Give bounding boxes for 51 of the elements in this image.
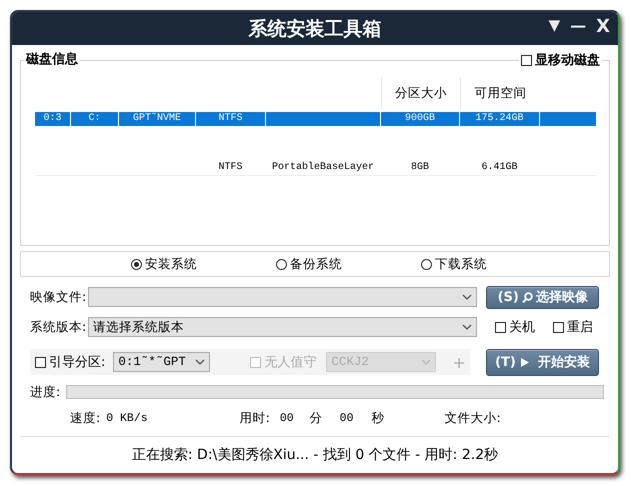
checkbox-label: 重启	[567, 319, 594, 336]
select-image-button[interactable]: (S) 选择映像	[486, 286, 600, 308]
table-cell: NTFS	[196, 161, 266, 175]
boot-partition-dropdown[interactable]: 0:1˜*˜GPT	[113, 352, 210, 372]
stat-label: 分	[310, 410, 323, 426]
table-cell: GPT˜NVME	[119, 112, 196, 126]
checkbox[interactable]	[521, 54, 532, 66]
radio-button[interactable]	[421, 258, 432, 270]
table-cell: 175.24GB	[460, 112, 540, 126]
table-cell: PortableBaseLayer	[266, 161, 381, 175]
stat-value: 00	[280, 412, 294, 424]
table-row[interactable]: NTFS PortableBaseLayer 8GB 6.41GB	[35, 161, 597, 176]
table-row[interactable]: 0:3 C: GPT˜NVME NTFS 900GB 175.24GB	[35, 112, 597, 126]
table-cell: 6.41GB	[460, 161, 540, 175]
stat-label: 文件大小:	[444, 410, 501, 426]
table-cell: 900GB	[381, 112, 460, 126]
stat-label: 速度:	[70, 410, 100, 426]
table-cell: NTFS	[196, 112, 266, 126]
stat-value: 00	[340, 412, 354, 424]
close-button[interactable]: X	[594, 16, 612, 37]
stat-value: 0 KB/s	[106, 412, 148, 424]
menu-button[interactable]: ▼	[546, 16, 562, 37]
window-title: 系统安装工具箱	[248, 16, 382, 42]
checkbox-label: 显移动磁盘	[535, 52, 600, 69]
radio-label: 下载系统	[435, 256, 487, 272]
table-cell: 0:3	[35, 112, 71, 126]
checkbox-label: 关机	[509, 319, 536, 336]
play-icon	[518, 356, 530, 368]
column-header: 可用空间	[460, 77, 540, 109]
field-label: 进度:	[30, 384, 60, 400]
status-text: 正在搜索: D:\美图秀徐Xiu... - 找到 0 个文件 - 用时: 2.2秒	[132, 446, 498, 464]
stat-label: 秒	[371, 410, 384, 426]
checkbox[interactable]	[35, 356, 46, 368]
field-label: 系统版本:	[30, 318, 86, 336]
field-label: 映像文件:	[30, 288, 86, 306]
checkbox-label: 无人值守	[264, 354, 316, 371]
table-cell: 8GB	[381, 161, 460, 175]
minimize-button[interactable]: —	[568, 16, 588, 37]
table-cell: C:	[71, 112, 119, 126]
radio-button[interactable]	[131, 258, 142, 270]
start-install-button[interactable]: (T) 开始安装	[486, 348, 599, 376]
stat-label: 用时:	[240, 410, 270, 426]
checkbox[interactable]	[495, 322, 506, 332]
radio-label: 安装系统	[145, 256, 197, 272]
column-header: 分区大小	[381, 77, 460, 109]
search-icon	[522, 292, 533, 302]
radio-button[interactable]	[276, 258, 287, 270]
checkbox-label: 引导分区:	[49, 354, 106, 371]
system-version-dropdown[interactable]: 请选择系统版本	[88, 317, 478, 337]
checkbox[interactable]	[553, 322, 564, 332]
radio-label: 备份系统	[290, 256, 342, 272]
